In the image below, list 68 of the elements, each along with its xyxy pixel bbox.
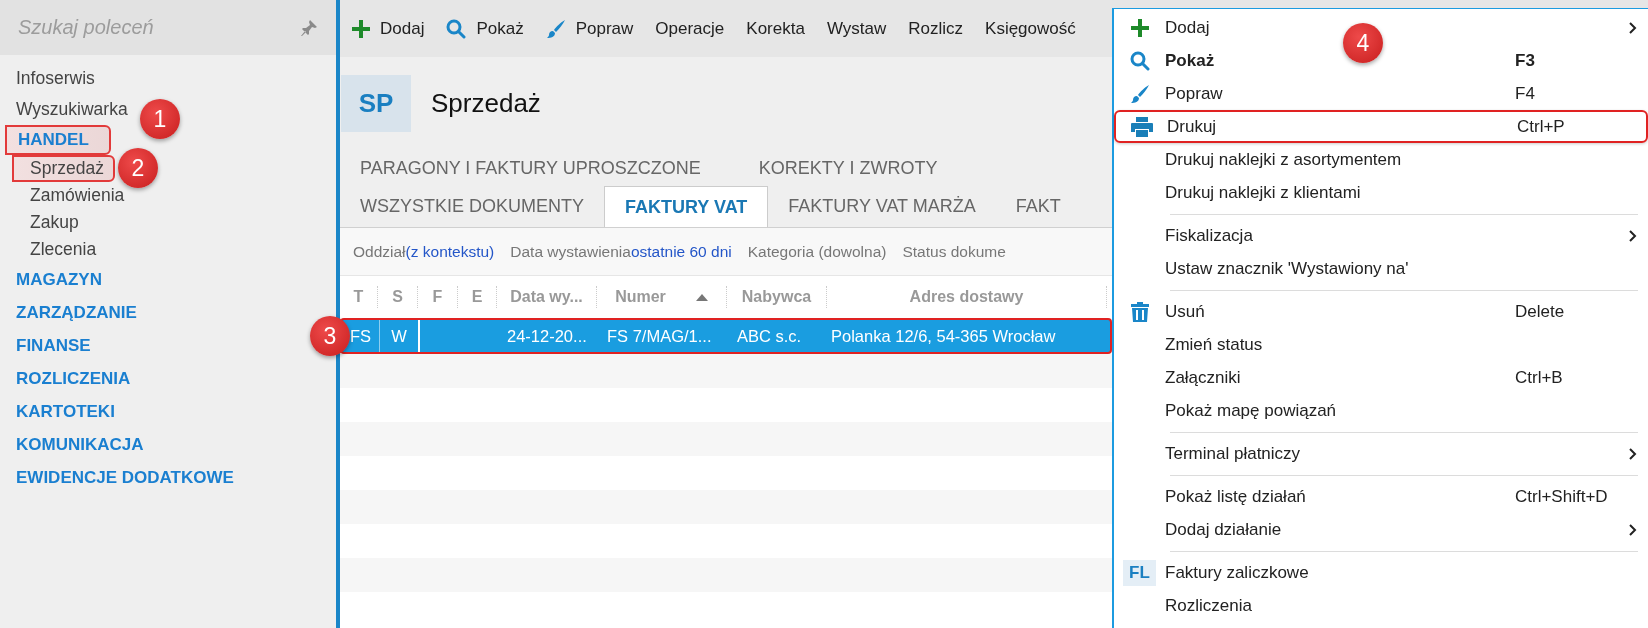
search-input[interactable]: Szukaj poleceń <box>16 15 300 40</box>
menu-item[interactable]: Zmień status <box>1114 328 1648 361</box>
search-field[interactable]: Szukaj poleceń <box>0 0 336 55</box>
menu-item[interactable]: Pokaż mapę powiązań <box>1114 394 1648 427</box>
menu-item[interactable]: Drukuj naklejki z klientami <box>1114 176 1648 209</box>
nav-item[interactable]: ROZLICZENIA <box>0 362 131 395</box>
module-badge: SP <box>341 75 411 132</box>
menu-item[interactable]: Dodaj działanie <box>1114 513 1648 546</box>
tab[interactable]: FAKTURY VAT <box>604 186 769 227</box>
table-cell: ABC s.c. <box>737 326 802 346</box>
nav-subitem[interactable]: Zakup <box>0 209 79 236</box>
table-cell: W <box>391 326 407 346</box>
step-marker: 1 <box>140 99 180 139</box>
nav-item[interactable]: Infoserwis <box>0 63 95 94</box>
menu-item[interactable]: Drukuj Ctrl+P <box>1114 110 1648 143</box>
toolbar-button[interactable]: Pokaż <box>446 18 524 39</box>
filter-link[interactable]: Data wystawieniaostatnie 60 dni <box>510 242 732 261</box>
chevron-right-icon <box>1629 523 1637 536</box>
menu-item[interactable]: Popraw F4 <box>1114 77 1648 110</box>
filter-link[interactable]: Oddział(z kontekstu) <box>353 242 495 261</box>
chevron-right-icon <box>1629 447 1637 460</box>
pin-icon[interactable] <box>300 18 318 37</box>
printer-icon <box>1130 116 1153 137</box>
page-title: Sprzedaż <box>431 88 541 119</box>
step-marker: 2 <box>118 148 158 188</box>
menu-item[interactable]: Rozliczenia <box>1114 589 1648 622</box>
toolbar-button[interactable]: Wystaw <box>826 18 887 39</box>
brush-icon <box>545 18 566 39</box>
chevron-right-icon <box>1629 229 1637 242</box>
toolbar-button[interactable]: Księgowość <box>985 18 1076 39</box>
nav-item[interactable]: MAGAZYN <box>0 263 102 296</box>
tab[interactable]: FAKTURY VAT MARŻA <box>768 186 996 227</box>
nav-item[interactable]: KARTOTEKI <box>0 395 115 428</box>
tab[interactable]: FAKT <box>995 186 1081 227</box>
toolbar-button[interactable]: Dodaj <box>352 18 425 39</box>
table-cell: FS <box>349 326 372 346</box>
toolbar-button[interactable]: Operacje <box>655 18 725 39</box>
nav-item[interactable]: Wyszukiwarka <box>0 94 128 125</box>
tab[interactable]: KOREKTY I ZWROTY <box>758 157 938 179</box>
nav-subitem[interactable]: Zlecenia <box>0 236 97 263</box>
toolbar-button[interactable]: Rozlicz <box>908 18 964 39</box>
menu-item[interactable]: Drukuj naklejki z asortymentem <box>1114 143 1648 176</box>
table-cell: Polanka 12/6, 54-365 Wrocław <box>831 326 1056 346</box>
sort-ascending-icon <box>695 293 708 301</box>
menu-item[interactable]: Ustaw znacznik 'Wystawiony na' <box>1114 252 1648 285</box>
toolbar-button[interactable]: Popraw <box>545 18 634 39</box>
plus-icon <box>352 19 370 38</box>
brush-icon <box>1129 83 1150 104</box>
trash-icon <box>1130 301 1149 322</box>
nav-item[interactable]: EWIDENCJE DODATKOWE <box>0 461 234 494</box>
table-cell: 24-12-20... <box>507 326 587 346</box>
table-cell: FS 7/MAG/1... <box>607 326 712 346</box>
filter-link[interactable]: Status dokume <box>902 242 1006 261</box>
nav-subitem[interactable]: Sprzedaż <box>12 155 115 182</box>
toolbar-button[interactable]: Korekta <box>746 18 805 39</box>
menu-item[interactable]: Załączniki Ctrl+B <box>1114 361 1648 394</box>
step-marker: 4 <box>1343 23 1383 63</box>
search-icon <box>1129 50 1150 71</box>
chevron-right-icon <box>1629 21 1637 34</box>
plus-icon <box>1130 18 1149 37</box>
search-icon <box>446 18 467 39</box>
tab[interactable]: PARAGONY I FAKTURY UPROSZCZONE <box>360 157 701 179</box>
nav-item[interactable]: ZARZĄDZANIE <box>0 296 137 329</box>
menu-item-badge: FL <box>1123 559 1156 586</box>
nav-item[interactable]: KOMUNIKACJA <box>0 428 144 461</box>
nav-item[interactable]: FINANSE <box>0 329 91 362</box>
tab[interactable]: WSZYSTKIE DOKUMENTY <box>340 186 604 227</box>
filter-link[interactable]: Kategoria (dowolna) <box>747 242 887 261</box>
